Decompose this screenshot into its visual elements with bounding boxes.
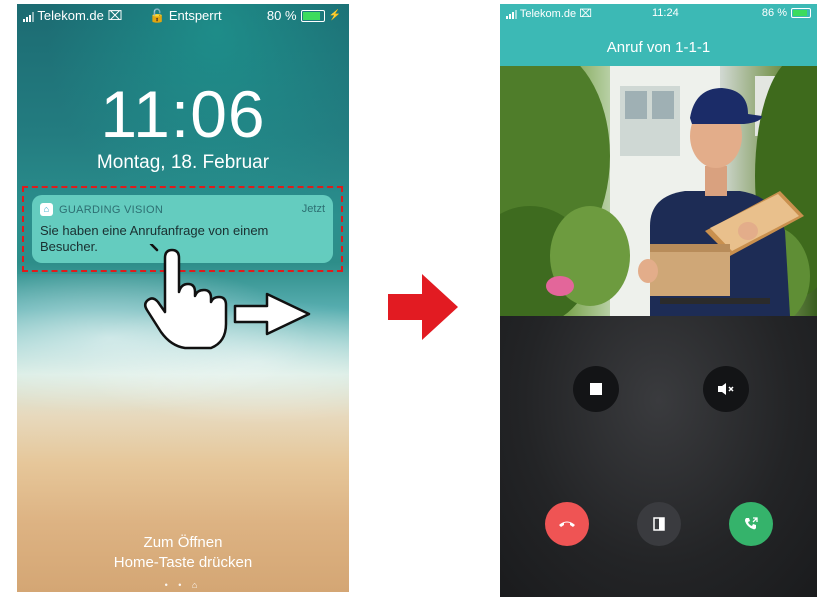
battery-icon <box>300 9 325 22</box>
call-header: Telekom.de ⌧ 11:24 86 % Anruf von 1-1-1 <box>500 4 817 66</box>
wifi-icon: ⌧ <box>107 8 123 23</box>
carrier: Telekom.de ⌧ <box>23 8 122 24</box>
battery-icon <box>791 8 811 18</box>
battery-status: 80 % ⚡ <box>266 8 341 23</box>
transition-arrow-icon <box>388 274 458 340</box>
door-icon <box>653 517 665 531</box>
lock-screen: Telekom.de ⌧ 🔓 Entsperrt 80 % ⚡ 11:06 Mo… <box>17 4 349 592</box>
call-controls <box>500 316 817 597</box>
unlock-hint-line1: Zum Öffnen <box>143 534 223 551</box>
carrier: Telekom.de ⌧ <box>506 7 592 20</box>
visitor-image <box>500 66 817 316</box>
status-bar: Telekom.de ⌧ 🔓 Entsperrt 80 % ⚡ <box>17 4 349 26</box>
hangup-icon <box>559 521 575 527</box>
battery-status: 86 % <box>762 7 811 19</box>
notification-app: ⌂ GUARDING VISION <box>40 203 163 216</box>
unlock-icon: 🔓 <box>149 8 166 23</box>
wifi-icon: ⌧ <box>579 8 592 20</box>
charging-icon: ⚡ <box>328 10 341 21</box>
notification-time: Jetzt <box>301 203 325 215</box>
lock-date: Montag, 18. Februar <box>96 152 270 173</box>
guarding-vision-icon: ⌂ <box>40 203 53 216</box>
stop-icon <box>590 383 602 395</box>
signal-icon <box>506 9 517 20</box>
video-feed <box>500 66 817 316</box>
unlock-hint-line2: Home-Taste drücken <box>113 554 253 571</box>
hangup-button[interactable] <box>545 502 589 546</box>
lock-clock: 11:06 <box>100 77 266 151</box>
status-time: 11:24 <box>652 7 679 19</box>
signal-icon <box>23 11 34 22</box>
answer-button[interactable] <box>729 502 773 546</box>
call-title: Anruf von 1-1-1 <box>606 39 711 56</box>
page-indicator: • • ⌂ <box>164 580 202 590</box>
speaker-mute-icon <box>718 383 734 395</box>
status-bar: Telekom.de ⌧ 11:24 86 % <box>500 4 817 22</box>
stop-button[interactable] <box>573 366 619 412</box>
unlock-door-button[interactable] <box>637 502 681 546</box>
lock-status: 🔓 Entsperrt <box>149 8 222 23</box>
mute-button[interactable] <box>703 366 749 412</box>
swipe-gesture-icon <box>144 244 311 350</box>
phone-answer-icon <box>745 517 758 530</box>
call-screen: Telekom.de ⌧ 11:24 86 % Anruf von 1-1-1 <box>500 4 817 597</box>
